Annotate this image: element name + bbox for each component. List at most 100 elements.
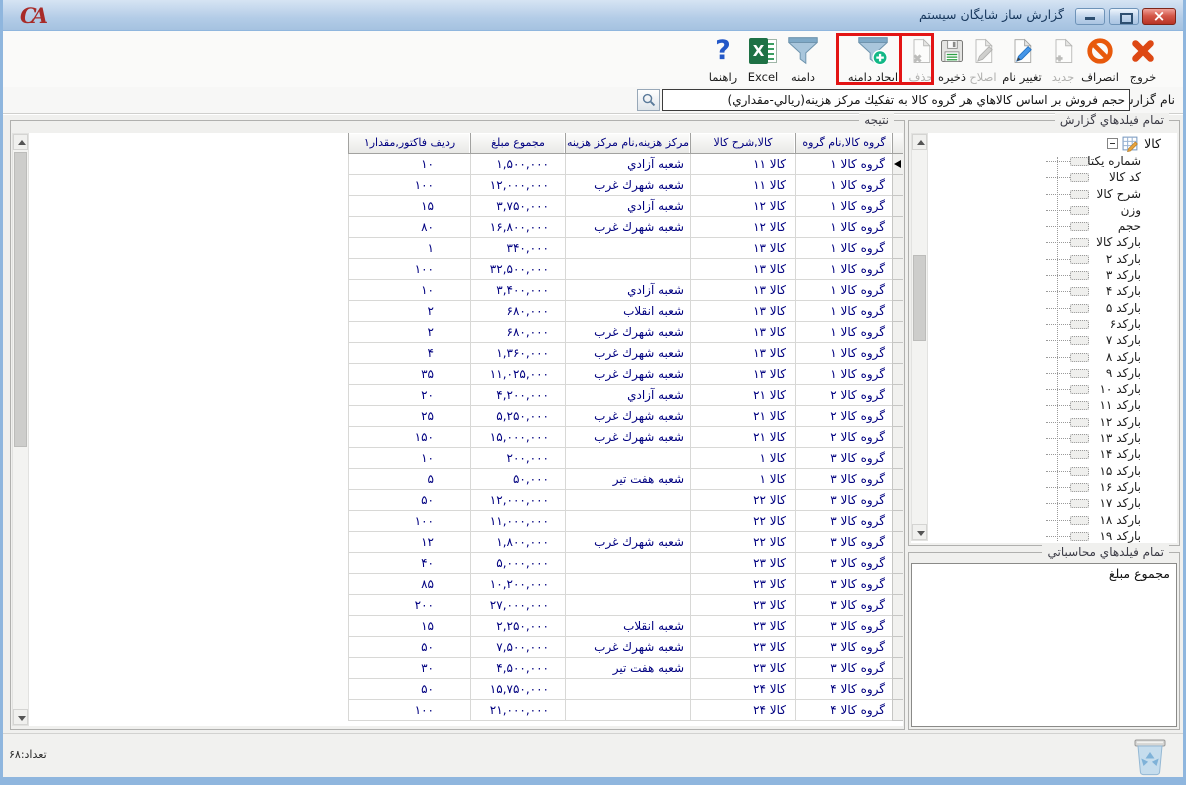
- table-row[interactable]: گروه کالا ۳ کالا ۲۳ شعبه انقلاب ۲,۲۵۰,۰۰…: [348, 616, 903, 637]
- field-checkbox[interactable]: [1070, 418, 1089, 427]
- table-row[interactable]: گروه کالا ۳ کالا ۲۲ شعبه شهرك غرب ۱,۸۰۰,…: [348, 532, 903, 553]
- scrollbar-thumb[interactable]: [913, 255, 926, 341]
- column-header-costcenter[interactable]: مرکز هزینه,نام مرکز هزینه: [565, 133, 690, 154]
- field-checkbox[interactable]: [1070, 353, 1089, 362]
- calc-field-item[interactable]: مجموع مبلغ: [912, 564, 1176, 581]
- report-name-input[interactable]: [662, 89, 1130, 111]
- domain-button[interactable]: دامنه: [783, 33, 823, 85]
- table-row[interactable]: گروه کالا ۱ کالا ۱۳ ۳۲,۵۰۰,۰۰۰ ۱۰۰: [348, 259, 903, 280]
- row-header-cell[interactable]: [892, 511, 903, 532]
- field-checkbox[interactable]: [1070, 401, 1089, 410]
- scrollbar-thumb[interactable]: [14, 152, 27, 447]
- row-header-cell[interactable]: [892, 406, 903, 427]
- row-header-cell[interactable]: [892, 385, 903, 406]
- field-checkbox[interactable]: [1070, 434, 1089, 443]
- field-checkbox[interactable]: [1070, 516, 1089, 525]
- field-checkbox[interactable]: [1070, 190, 1089, 199]
- title-bar[interactable]: CA گزارش ساز شایگان سیستم: [0, 0, 1186, 31]
- column-header-quantity[interactable]: ردیف فاکتور,مقدار۱: [348, 133, 470, 154]
- row-header-cell[interactable]: [892, 343, 903, 364]
- tree-field-item[interactable]: بارکد ۲: [929, 251, 1177, 267]
- calc-fields-list[interactable]: مجموع مبلغ: [911, 563, 1177, 727]
- column-header-group[interactable]: گروه کالا,نام گروه: [795, 133, 892, 154]
- exit-button[interactable]: خروج: [1121, 33, 1165, 85]
- row-header-cell[interactable]: [892, 154, 903, 175]
- tree-field-item[interactable]: بارکد ۱۸: [929, 512, 1177, 528]
- maximize-button[interactable]: [1109, 8, 1139, 25]
- row-header-cell[interactable]: [892, 637, 903, 658]
- field-checkbox[interactable]: [1070, 467, 1089, 476]
- table-row[interactable]: گروه کالا ۲ کالا ۲۱ شعبه آزادي ۴,۲۰۰,۰۰۰…: [348, 385, 903, 406]
- recycle-bin-icon[interactable]: [1128, 736, 1172, 778]
- tree-field-item[interactable]: حجم: [929, 218, 1177, 234]
- table-row[interactable]: گروه کالا ۱ کالا ۱۳ شعبه شهرك غرب ۱,۳۶۰,…: [348, 343, 903, 364]
- cancel-button[interactable]: انصراف: [1079, 33, 1121, 85]
- field-checkbox[interactable]: [1070, 271, 1089, 280]
- table-row[interactable]: گروه کالا ۴ کالا ۲۴ ۱۵,۷۵۰,۰۰۰ ۵۰: [348, 679, 903, 700]
- tree-field-item[interactable]: بارکد ۳: [929, 267, 1177, 283]
- tree-vertical-scrollbar[interactable]: [911, 133, 928, 541]
- rename-button[interactable]: تغییر نام: [999, 33, 1045, 85]
- row-header-cell[interactable]: [892, 280, 903, 301]
- row-header-cell[interactable]: [892, 301, 903, 322]
- table-row[interactable]: گروه کالا ۳ کالا ۲۳ ۱۰,۲۰۰,۰۰۰ ۸۵: [348, 574, 903, 595]
- grid-vertical-scrollbar[interactable]: [12, 133, 29, 726]
- row-header-cell[interactable]: [892, 196, 903, 217]
- field-checkbox[interactable]: [1070, 287, 1089, 296]
- scroll-down-arrow[interactable]: [13, 709, 28, 725]
- table-row[interactable]: گروه کالا ۱ کالا ۱۳ شعبه آزادي ۳,۴۰۰,۰۰۰…: [348, 280, 903, 301]
- row-header-cell[interactable]: [892, 532, 903, 553]
- row-header-cell[interactable]: [892, 217, 903, 238]
- row-header-cell[interactable]: [892, 595, 903, 616]
- row-header-cell[interactable]: [892, 658, 903, 679]
- table-row[interactable]: گروه کالا ۱ کالا ۱۲ شعبه آزادي ۳,۷۵۰,۰۰۰…: [348, 196, 903, 217]
- table-row[interactable]: گروه کالا ۱ کالا ۱۱ شعبه شهرك غرب ۱۲,۰۰۰…: [348, 175, 903, 196]
- tree-field-item[interactable]: کد کالا: [929, 169, 1177, 185]
- row-header-cell[interactable]: [892, 700, 903, 721]
- table-row[interactable]: گروه کالا ۱ کالا ۱۳ شعبه شهرك غرب ۱۱,۰۲۵…: [348, 364, 903, 385]
- tree-field-item[interactable]: بارکد ۱۷: [929, 495, 1177, 511]
- row-header-cell[interactable]: [892, 553, 903, 574]
- row-header-cell[interactable]: [892, 175, 903, 196]
- row-header-cell[interactable]: [892, 364, 903, 385]
- table-row[interactable]: گروه کالا ۱ کالا ۱۳ شعبه شهرك غرب ۶۸۰,۰۰…: [348, 322, 903, 343]
- table-row[interactable]: گروه کالا ۳ کالا ۲۲ ۱۲,۰۰۰,۰۰۰ ۵۰: [348, 490, 903, 511]
- tree-field-item[interactable]: بارکد ۷: [929, 332, 1177, 348]
- table-row[interactable]: گروه کالا ۳ کالا ۲۳ ۲۷,۰۰۰,۰۰۰ ۲۰۰: [348, 595, 903, 616]
- field-checkbox[interactable]: [1070, 385, 1089, 394]
- search-button[interactable]: [637, 89, 660, 111]
- row-header-cell[interactable]: [892, 574, 903, 595]
- row-header-cell[interactable]: [892, 616, 903, 637]
- row-header-cell[interactable]: [892, 427, 903, 448]
- scroll-up-arrow[interactable]: [13, 134, 28, 150]
- tree-field-item[interactable]: وزن: [929, 202, 1177, 218]
- row-header-cell[interactable]: [892, 322, 903, 343]
- row-header-cell[interactable]: [892, 679, 903, 700]
- tree-field-item[interactable]: بارکد ۱۱: [929, 397, 1177, 413]
- tree-field-item[interactable]: بارکد۶: [929, 316, 1177, 332]
- row-header-cell[interactable]: [892, 238, 903, 259]
- table-row[interactable]: گروه کالا ۱ کالا ۱۱ شعبه آزادي ۱,۵۰۰,۰۰۰…: [348, 154, 903, 175]
- close-button[interactable]: [1142, 8, 1176, 25]
- field-checkbox[interactable]: [1070, 173, 1089, 182]
- field-checkbox[interactable]: [1070, 499, 1089, 508]
- table-row[interactable]: گروه کالا ۳ کالا ۲۳ ۵,۰۰۰,۰۰۰ ۴۰: [348, 553, 903, 574]
- field-checkbox[interactable]: [1070, 304, 1089, 313]
- tree-field-item[interactable]: بارکد ۱۳: [929, 430, 1177, 446]
- table-row[interactable]: گروه کالا ۳ کالا ۱ شعبه هفت تیر ۵۰,۰۰۰ ۵: [348, 469, 903, 490]
- tree-field-item[interactable]: بارکد ۵: [929, 300, 1177, 316]
- scroll-up-arrow[interactable]: [912, 134, 927, 150]
- table-row[interactable]: گروه کالا ۳ کالا ۲۲ ۱۱,۰۰۰,۰۰۰ ۱۰۰: [348, 511, 903, 532]
- table-row[interactable]: گروه کالا ۳ کالا ۲۳ شعبه شهرك غرب ۷,۵۰۰,…: [348, 637, 903, 658]
- field-checkbox[interactable]: [1070, 206, 1089, 215]
- row-header-cell[interactable]: [892, 448, 903, 469]
- field-checkbox[interactable]: [1070, 238, 1089, 247]
- tree-field-item[interactable]: بارکد ۹: [929, 365, 1177, 381]
- table-row[interactable]: گروه کالا ۱ کالا ۱۲ شعبه شهرك غرب ۱۶,۸۰۰…: [348, 217, 903, 238]
- collapse-minus-icon[interactable]: [1107, 138, 1118, 149]
- field-checkbox[interactable]: [1070, 157, 1089, 166]
- field-checkbox[interactable]: [1070, 255, 1089, 264]
- tree-field-item[interactable]: شماره یکتا: [929, 153, 1177, 169]
- row-header-cell[interactable]: [892, 469, 903, 490]
- save-button[interactable]: ذخیره: [937, 33, 967, 85]
